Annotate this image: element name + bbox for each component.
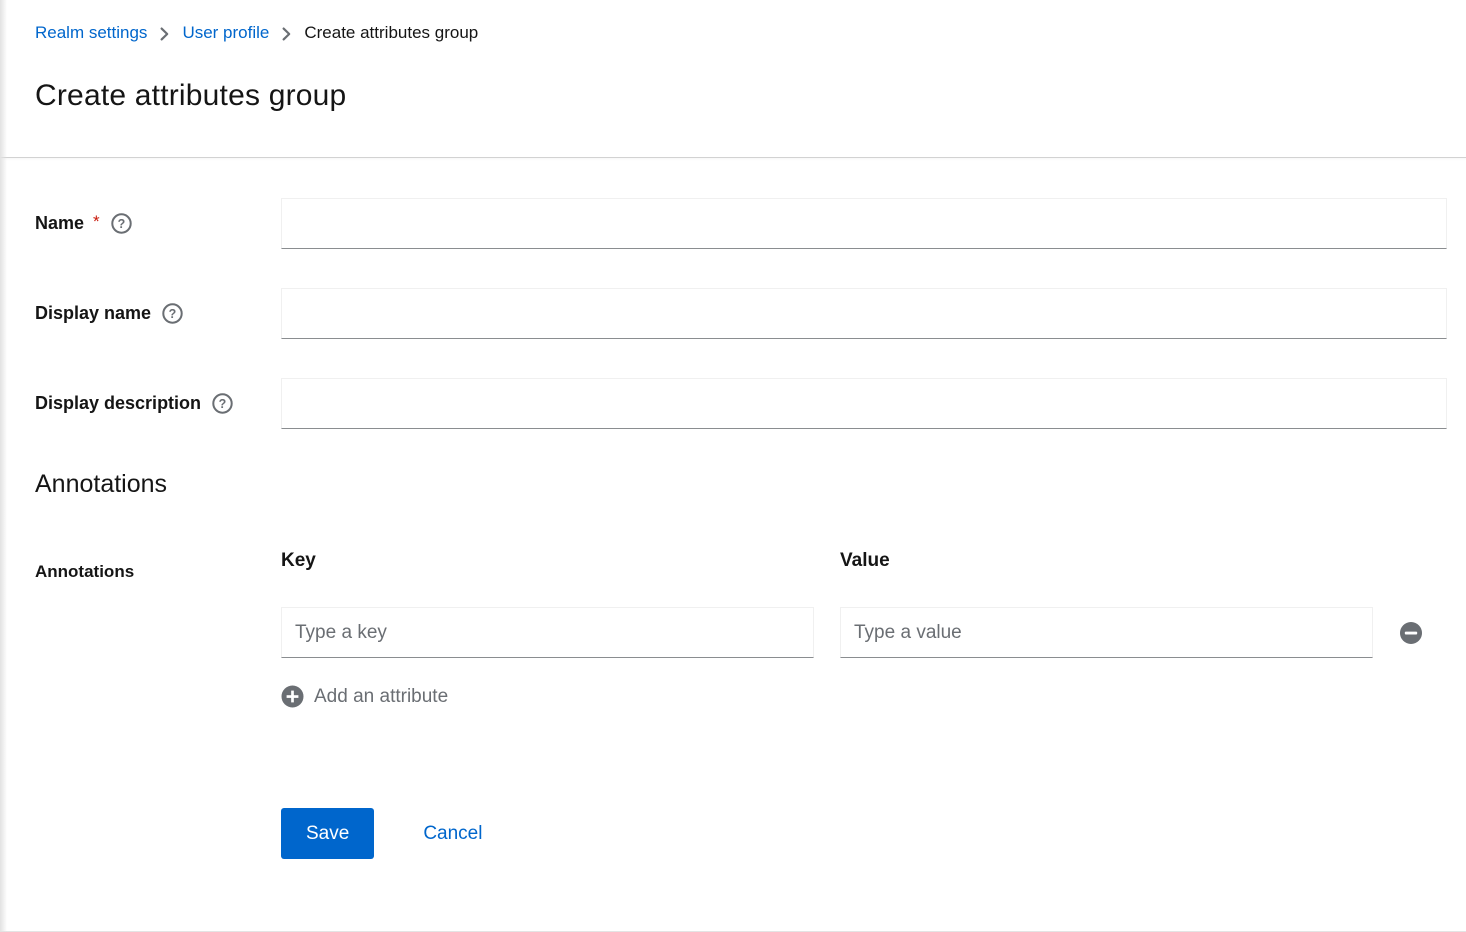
chevron-right-icon (282, 27, 291, 41)
required-asterisk: * (93, 212, 100, 232)
key-column-header: Key (281, 549, 814, 573)
svg-text:?: ? (219, 397, 227, 411)
form-actions-row: Save Cancel (35, 808, 1447, 859)
add-attribute-button[interactable]: Add an attribute (281, 685, 448, 708)
name-label: Name (35, 213, 84, 234)
help-icon[interactable]: ? (212, 393, 233, 414)
form-row-display-name: Display name ? (35, 288, 1447, 339)
name-input[interactable] (281, 198, 1447, 249)
add-attribute-label: Add an attribute (314, 686, 448, 708)
annotation-entry-row (281, 607, 1447, 658)
minus-circle-icon (1399, 621, 1423, 645)
page-header: Realm settings User profile Create attri… (0, 0, 1466, 158)
display-name-input[interactable] (281, 288, 1447, 339)
annotations-field-row: Annotations Key Value Ad (35, 549, 1447, 708)
page-left-shadow (0, 0, 7, 932)
display-description-input[interactable] (281, 378, 1447, 429)
annotations-label: Annotations (35, 549, 281, 582)
annotations-section-title: Annotations (35, 468, 1447, 500)
create-attributes-group-form: Name * ? Display name ? Display descript… (0, 158, 1466, 859)
chevron-right-icon (160, 27, 169, 41)
page-title: Create attributes group (35, 78, 1431, 114)
help-icon[interactable]: ? (111, 213, 132, 234)
svg-text:?: ? (169, 307, 177, 321)
cancel-link[interactable]: Cancel (423, 823, 482, 845)
save-button[interactable]: Save (281, 808, 374, 859)
annotation-key-input[interactable] (281, 607, 814, 658)
breadcrumb-link-user-profile[interactable]: User profile (182, 22, 269, 44)
breadcrumb-link-realm-settings[interactable]: Realm settings (35, 22, 147, 44)
name-label-cell: Name * ? (35, 213, 281, 234)
annotation-value-input[interactable] (840, 607, 1373, 658)
svg-text:?: ? (117, 217, 125, 231)
annotations-key-value-area: Key Value Add an attribute (281, 549, 1447, 708)
form-actions: Save Cancel (281, 808, 1447, 859)
value-column-header: Value (840, 549, 1373, 573)
display-description-label: Display description (35, 393, 201, 414)
remove-annotation-button[interactable] (1399, 621, 1447, 645)
plus-circle-icon (281, 685, 304, 708)
form-row-display-description: Display description ? (35, 378, 1447, 429)
breadcrumb-current: Create attributes group (304, 22, 478, 44)
form-row-name: Name * ? (35, 198, 1447, 249)
help-icon[interactable]: ? (162, 303, 183, 324)
display-name-label-cell: Display name ? (35, 303, 281, 324)
display-description-label-cell: Display description ? (35, 393, 281, 414)
key-value-headers: Key Value (281, 549, 1447, 573)
display-name-label: Display name (35, 303, 151, 324)
breadcrumb: Realm settings User profile Create attri… (35, 22, 1431, 44)
